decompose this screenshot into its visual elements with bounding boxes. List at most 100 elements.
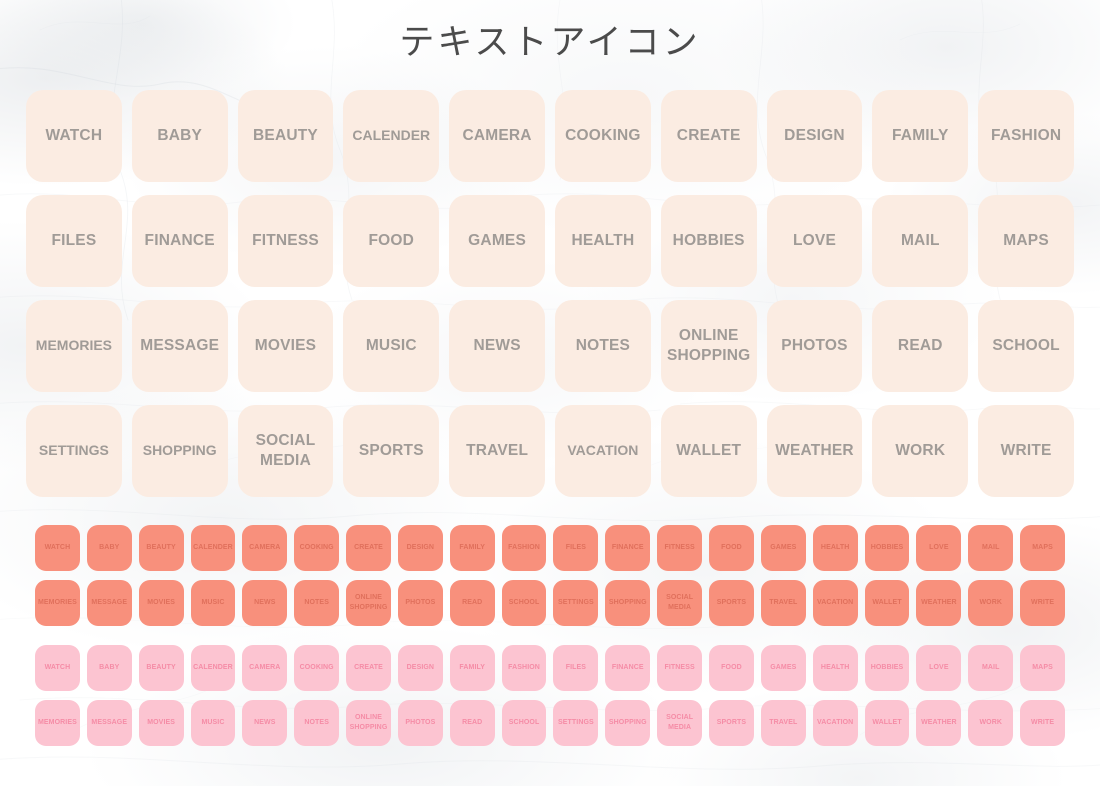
small-icon-tile-watch[interactable]: WATCH xyxy=(35,525,80,571)
small-icon-tile-wallet[interactable]: WALLET xyxy=(864,700,910,746)
small-icon-tile-files[interactable]: FILES xyxy=(553,525,599,571)
small-icon-tile-work[interactable]: WORK xyxy=(968,580,1014,626)
small-icon-tile-cooking[interactable]: COOKING xyxy=(294,525,340,571)
small-icon-tile-mail[interactable]: MAIL xyxy=(968,645,1014,691)
small-icon-tile-vacation[interactable]: VACATION xyxy=(812,580,858,626)
small-icon-tile-online-shopping[interactable]: ONLINE SHOPPING xyxy=(346,580,391,626)
small-icon-tile-food[interactable]: FOOD xyxy=(709,525,754,571)
icon-tile-fashion[interactable]: FASHION xyxy=(978,90,1074,182)
icon-tile-hobbies[interactable]: HOBBIES xyxy=(660,195,757,287)
small-icon-tile-weather[interactable]: WEATHER xyxy=(916,580,962,626)
small-icon-tile-read[interactable]: READ xyxy=(449,580,495,626)
small-icon-tile-camera[interactable]: CAMERA xyxy=(242,525,288,571)
small-icon-tile-love[interactable]: LOVE xyxy=(916,525,962,571)
icon-tile-food[interactable]: FOOD xyxy=(343,195,440,287)
icon-tile-school[interactable]: SCHOOL xyxy=(978,300,1074,392)
icon-tile-camera[interactable]: CAMERA xyxy=(449,90,545,182)
small-icon-tile-calender[interactable]: CALENDER xyxy=(190,645,236,691)
small-icon-tile-family[interactable]: FAMILY xyxy=(449,645,495,691)
icon-tile-health[interactable]: HEALTH xyxy=(555,195,651,287)
small-icon-tile-baby[interactable]: BABY xyxy=(86,525,132,571)
small-icon-tile-watch[interactable]: WATCH xyxy=(35,645,80,691)
icon-tile-memories[interactable]: MEMORIES xyxy=(26,300,122,392)
icon-tile-calender[interactable]: CALENDER xyxy=(343,90,440,182)
icon-tile-settings[interactable]: SETTINGS xyxy=(26,405,122,497)
small-icon-tile-hobbies[interactable]: HOBBIES xyxy=(864,645,910,691)
small-icon-tile-memories[interactable]: MEMORIES xyxy=(35,700,80,746)
icon-tile-social-media[interactable]: SOCIAL MEDIA xyxy=(237,405,334,497)
small-icon-tile-fashion[interactable]: FASHION xyxy=(501,525,547,571)
icon-tile-mail[interactable]: MAIL xyxy=(872,195,969,287)
small-icon-tile-beauty[interactable]: BEAUTY xyxy=(138,645,184,691)
small-icon-tile-news[interactable]: NEWS xyxy=(242,700,288,746)
small-icon-tile-create[interactable]: CREATE xyxy=(346,525,391,571)
icon-tile-beauty[interactable]: BEAUTY xyxy=(237,90,334,182)
small-icon-tile-maps[interactable]: MAPS xyxy=(1020,645,1065,691)
small-icon-tile-calender[interactable]: CALENDER xyxy=(190,525,236,571)
icon-tile-news[interactable]: NEWS xyxy=(449,300,545,392)
small-icon-tile-online-shopping[interactable]: ONLINE SHOPPING xyxy=(346,700,391,746)
small-icon-tile-movies[interactable]: MOVIES xyxy=(138,700,184,746)
small-icon-tile-hobbies[interactable]: HOBBIES xyxy=(864,525,910,571)
small-icon-tile-photos[interactable]: PHOTOS xyxy=(397,700,443,746)
icon-tile-games[interactable]: GAMES xyxy=(449,195,545,287)
small-icon-tile-games[interactable]: GAMES xyxy=(760,525,806,571)
small-icon-tile-food[interactable]: FOOD xyxy=(709,645,754,691)
icon-tile-cooking[interactable]: COOKING xyxy=(555,90,651,182)
small-icon-tile-school[interactable]: SCHOOL xyxy=(501,700,547,746)
icon-tile-love[interactable]: LOVE xyxy=(766,195,863,287)
small-icon-tile-finance[interactable]: FINANCE xyxy=(605,645,651,691)
small-icon-tile-fitness[interactable]: FITNESS xyxy=(657,645,703,691)
small-icon-tile-settings[interactable]: SETTINGS xyxy=(553,580,599,626)
small-icon-tile-music[interactable]: MUSIC xyxy=(190,700,236,746)
icon-tile-read[interactable]: READ xyxy=(872,300,969,392)
icon-tile-wallet[interactable]: WALLET xyxy=(660,405,757,497)
icon-tile-travel[interactable]: TRAVEL xyxy=(449,405,545,497)
icon-tile-maps[interactable]: MAPS xyxy=(978,195,1074,287)
small-icon-tile-finance[interactable]: FINANCE xyxy=(605,525,651,571)
small-icon-tile-weather[interactable]: WEATHER xyxy=(916,700,962,746)
small-icon-tile-message[interactable]: MESSAGE xyxy=(86,700,132,746)
small-icon-tile-sports[interactable]: SPORTS xyxy=(709,580,754,626)
icon-tile-notes[interactable]: NOTES xyxy=(555,300,651,392)
small-icon-tile-social-media[interactable]: SOCIAL MEDIA xyxy=(657,700,703,746)
small-icon-tile-sports[interactable]: SPORTS xyxy=(709,700,754,746)
small-icon-tile-wallet[interactable]: WALLET xyxy=(864,580,910,626)
small-icon-tile-movies[interactable]: MOVIES xyxy=(138,580,184,626)
icon-tile-work[interactable]: WORK xyxy=(872,405,969,497)
small-icon-tile-mail[interactable]: MAIL xyxy=(968,525,1014,571)
small-icon-tile-write[interactable]: WRITE xyxy=(1020,700,1065,746)
icon-tile-shopping[interactable]: SHOPPING xyxy=(131,405,228,497)
small-icon-tile-love[interactable]: LOVE xyxy=(916,645,962,691)
icon-tile-write[interactable]: WRITE xyxy=(978,405,1074,497)
small-icon-tile-create[interactable]: CREATE xyxy=(346,645,391,691)
icon-tile-finance[interactable]: FINANCE xyxy=(131,195,228,287)
small-icon-tile-family[interactable]: FAMILY xyxy=(449,525,495,571)
small-icon-tile-school[interactable]: SCHOOL xyxy=(501,580,547,626)
small-icon-tile-notes[interactable]: NOTES xyxy=(294,580,340,626)
small-icon-tile-photos[interactable]: PHOTOS xyxy=(397,580,443,626)
small-icon-tile-fitness[interactable]: FITNESS xyxy=(657,525,703,571)
small-icon-tile-shopping[interactable]: SHOPPING xyxy=(605,700,651,746)
small-icon-tile-fashion[interactable]: FASHION xyxy=(501,645,547,691)
small-icon-tile-design[interactable]: DESIGN xyxy=(397,525,443,571)
small-icon-tile-music[interactable]: MUSIC xyxy=(190,580,236,626)
small-icon-tile-work[interactable]: WORK xyxy=(968,700,1014,746)
small-icon-tile-camera[interactable]: CAMERA xyxy=(242,645,288,691)
small-icon-tile-memories[interactable]: MEMORIES xyxy=(35,580,80,626)
icon-tile-music[interactable]: MUSIC xyxy=(343,300,440,392)
icon-tile-family[interactable]: FAMILY xyxy=(872,90,969,182)
small-icon-tile-read[interactable]: READ xyxy=(449,700,495,746)
small-icon-tile-health[interactable]: HEALTH xyxy=(812,525,858,571)
small-icon-tile-message[interactable]: MESSAGE xyxy=(86,580,132,626)
small-icon-tile-beauty[interactable]: BEAUTY xyxy=(138,525,184,571)
small-icon-tile-vacation[interactable]: VACATION xyxy=(812,700,858,746)
small-icon-tile-design[interactable]: DESIGN xyxy=(397,645,443,691)
icon-tile-message[interactable]: MESSAGE xyxy=(131,300,228,392)
small-icon-tile-travel[interactable]: TRAVEL xyxy=(760,700,806,746)
icon-tile-baby[interactable]: BABY xyxy=(131,90,228,182)
small-icon-tile-health[interactable]: HEALTH xyxy=(812,645,858,691)
icon-tile-weather[interactable]: WEATHER xyxy=(766,405,863,497)
icon-tile-fitness[interactable]: FITNESS xyxy=(237,195,334,287)
icon-tile-design[interactable]: DESIGN xyxy=(766,90,863,182)
